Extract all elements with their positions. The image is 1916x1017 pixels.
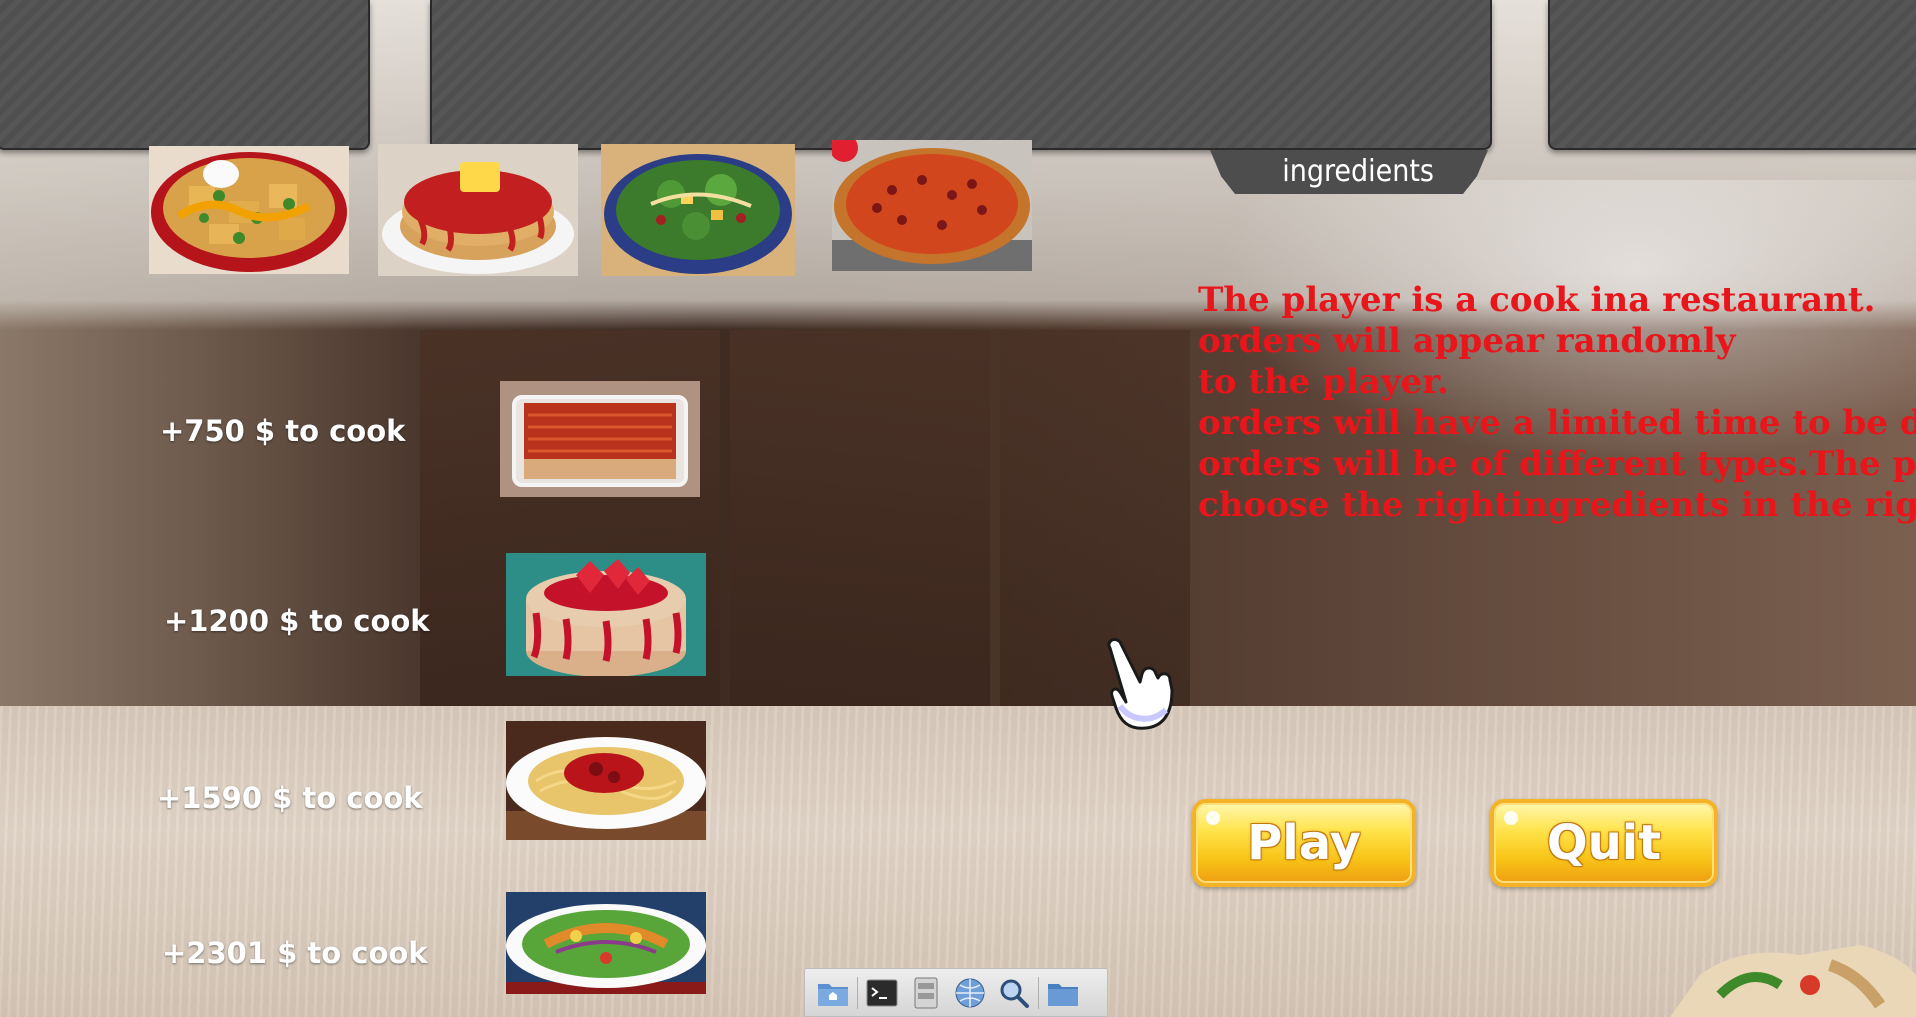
nachos-image[interactable] xyxy=(149,146,349,274)
description-line: orders will have a limited time to be do… xyxy=(1198,403,1916,443)
ingredients-panel xyxy=(430,0,1492,150)
price-label: +750 $ to cook xyxy=(160,414,406,448)
folder-icon[interactable] xyxy=(1041,973,1085,1013)
chicken-salad-image[interactable] xyxy=(506,892,706,994)
food-wrap-image xyxy=(1670,945,1916,1017)
taskbar-separator xyxy=(857,976,858,1009)
price-label: +2301 $ to cook xyxy=(162,936,428,970)
terminal-icon[interactable] xyxy=(860,973,904,1013)
quit-button-label: Quit xyxy=(1546,815,1662,871)
spaghetti-image[interactable] xyxy=(506,721,706,840)
game-description: The player is a cook ina restaurant. ord… xyxy=(1198,280,1916,535)
lasagna-image[interactable] xyxy=(500,381,700,497)
search-icon[interactable] xyxy=(992,973,1036,1013)
salad-bowl-image[interactable] xyxy=(601,144,795,276)
description-line: orders will appear randomly xyxy=(1198,321,1736,361)
hand-cursor-icon xyxy=(1107,638,1174,730)
taskbar xyxy=(804,968,1108,1017)
home-folder-icon[interactable] xyxy=(811,973,855,1013)
description-line: orders will be of different types.The pl… xyxy=(1198,444,1916,484)
description-line: to the player. xyxy=(1198,362,1449,402)
play-button-label: Play xyxy=(1247,815,1361,871)
top-right-panel xyxy=(1548,0,1916,150)
taskbar-separator xyxy=(1038,976,1039,1009)
price-label: +1200 $ to cook xyxy=(164,604,430,638)
file-manager-icon[interactable] xyxy=(904,973,948,1013)
button-shine xyxy=(1206,811,1220,825)
price-label: +1590 $ to cook xyxy=(157,781,423,815)
play-button[interactable]: Play xyxy=(1192,799,1416,887)
pizza-image[interactable] xyxy=(832,140,1032,271)
description-line: The player is a cook ina restaurant. xyxy=(1198,280,1876,320)
cabinet-door xyxy=(730,330,990,706)
strawberry-pancakes-image[interactable] xyxy=(506,553,706,676)
syrup-pancakes-image[interactable] xyxy=(378,144,578,276)
web-browser-icon[interactable] xyxy=(948,973,992,1013)
top-left-panel xyxy=(0,0,370,150)
description-line: choose the rightingredients in the right… xyxy=(1198,485,1916,525)
quit-button[interactable]: Quit xyxy=(1490,799,1718,887)
button-shine xyxy=(1504,811,1518,825)
ingredients-tab[interactable]: ingredients xyxy=(1210,150,1488,194)
